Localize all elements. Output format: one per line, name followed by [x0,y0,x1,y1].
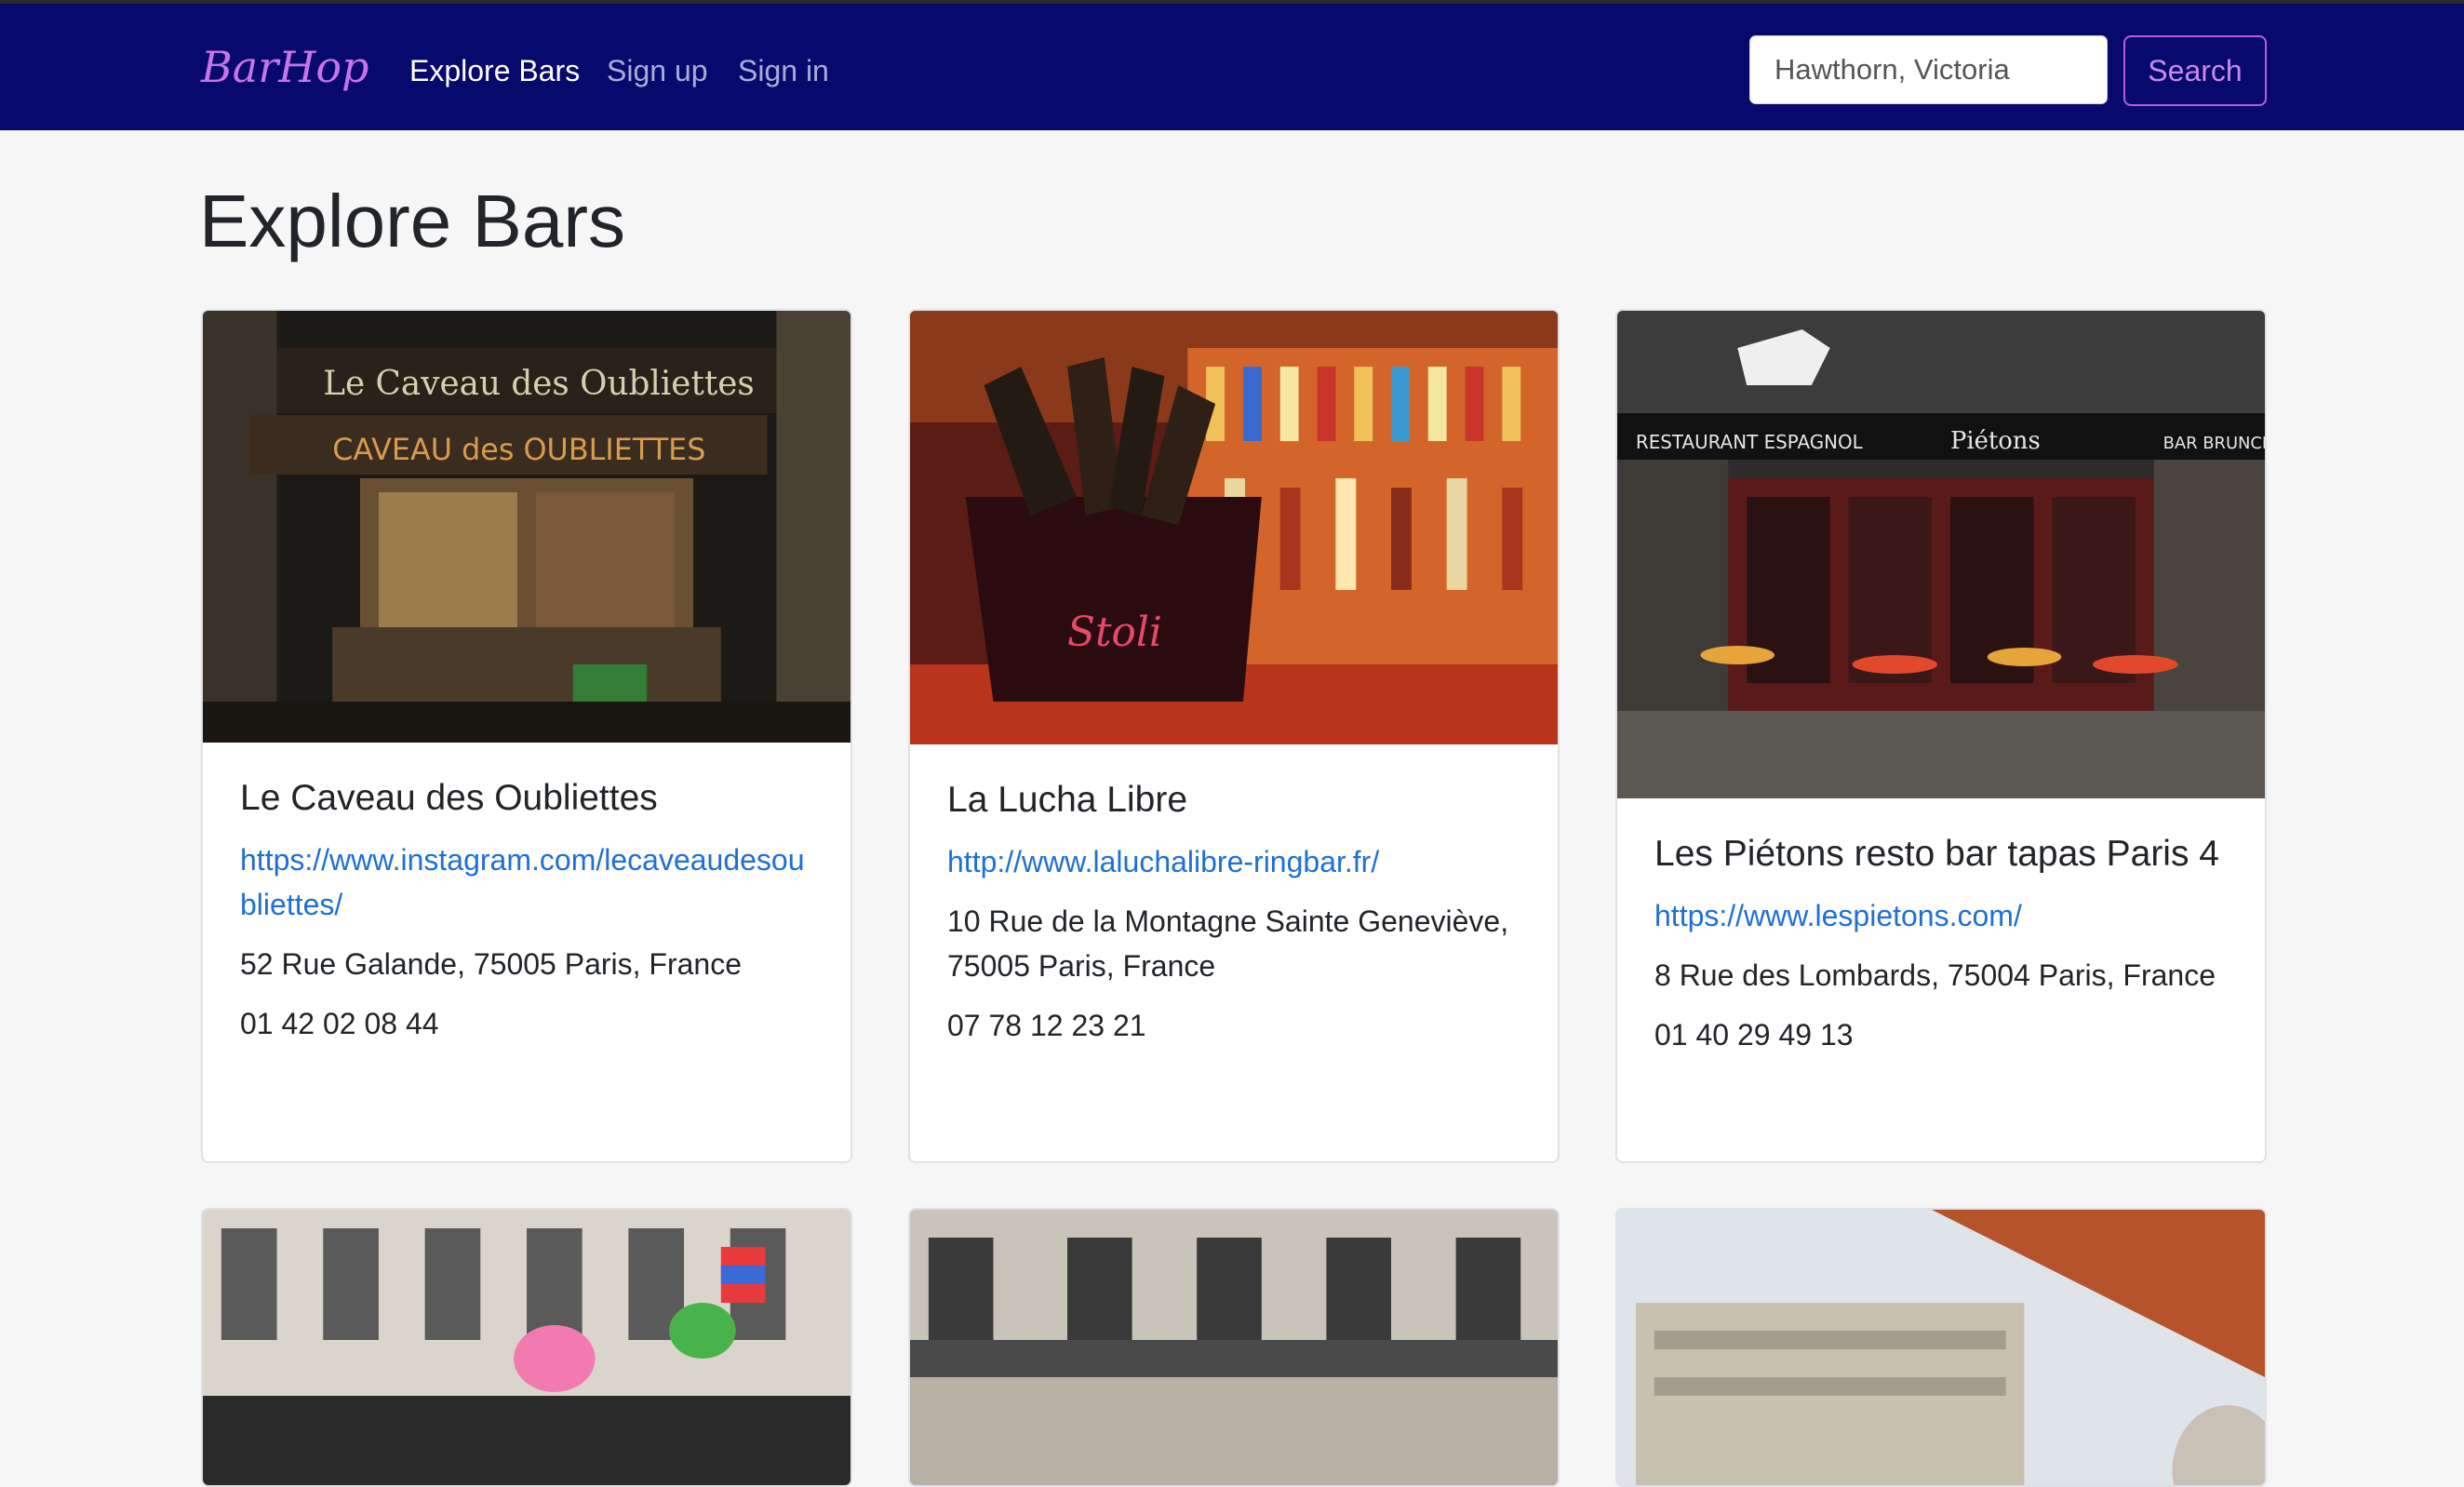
bar-website-link[interactable]: https://www.lespietons.com/ [1654,893,2228,938]
bar-card[interactable]: Stoli La Lucha Libre http://www.laluchal… [908,309,1560,1163]
brand-logo-text: BarHop [200,42,368,92]
bar-address: 8 Rue des Lombards, 75004 Paris, France [1654,958,2216,992]
bar-photo-sign-tertiary: BAR BRUNCH [2163,434,2265,453]
bar-name: Les Piétons resto bar tapas Paris 4 [1654,834,2219,874]
bar-photo: Stoli [910,311,1558,744]
bar-address: 10 Rue de la Montagne Sainte Geneviève, … [947,904,1509,983]
brand-logo-icon: BarHop [200,42,368,92]
bar-photo [910,1210,1558,1485]
bar-photo-sign-secondary: CAVEAU des OUBLIETTES [332,432,705,467]
bar-photo [1617,1210,2265,1485]
bar-card[interactable]: RESTAURANT ESPAGNOL Piétons BAR BRUNCH L… [1615,309,2267,1163]
location-search-input[interactable] [1749,35,2108,104]
bar-phone: 01 42 02 08 44 [240,1007,439,1040]
bar-name: La Lucha Libre [947,780,1188,820]
bar-card-body: Les Piétons resto bar tapas Paris 4 http… [1654,832,2228,1072]
brand-logo[interactable]: BarHop [199,35,376,106]
bar-phone: 07 78 12 23 21 [947,1009,1146,1042]
bar-photo-sign-secondary: Piétons [1950,427,2041,455]
bar-card[interactable] [201,1208,852,1487]
bar-name: Le Caveau des Oubliettes [240,778,658,818]
search-button[interactable]: Search [2123,35,2267,106]
bar-website-link[interactable]: https://www.instagram.com/lecaveaudesoub… [240,837,813,927]
nav-sign-in[interactable]: Sign in [738,50,829,91]
nav-sign-up[interactable]: Sign up [607,50,708,91]
bar-card[interactable] [1615,1208,2267,1487]
top-navbar: BarHop Explore Bars Sign up Sign in Sear… [0,4,2464,130]
bar-website-link[interactable]: http://www.laluchalibre-ringbar.fr/ [947,839,1520,884]
bar-card[interactable] [908,1208,1560,1487]
bar-photo-sign: Stoli [1067,609,1162,656]
bar-card-body: Le Caveau des Oubliettes https://www.ins… [240,776,813,1061]
bar-address: 52 Rue Galande, 75005 Paris, France [240,947,742,981]
page-title: Explore Bars [199,180,625,262]
bar-photo [203,1210,850,1485]
bar-card-body: La Lucha Libre http://www.laluchalibre-r… [947,778,1520,1063]
bar-photo: Le Caveau des Oubliettes CAVEAU des OUBL… [203,311,850,743]
bar-photo-sign: RESTAURANT ESPAGNOL [1636,431,1863,453]
bar-phone: 01 40 29 49 13 [1654,1018,1854,1052]
bar-photo: RESTAURANT ESPAGNOL Piétons BAR BRUNCH [1617,311,2265,798]
bar-photo-sign: Le Caveau des Oubliettes [323,365,755,403]
bar-card[interactable]: Le Caveau des Oubliettes CAVEAU des OUBL… [201,309,852,1163]
nav-explore-bars[interactable]: Explore Bars [409,50,580,91]
